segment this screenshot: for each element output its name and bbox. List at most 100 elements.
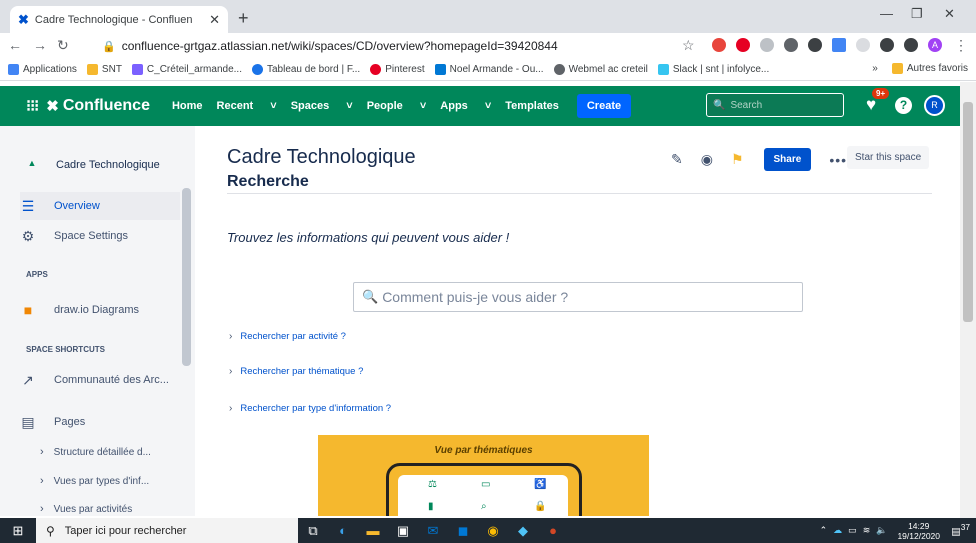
page-tree-item[interactable]: › Structure détaillée d... [40,446,151,458]
profile-avatar[interactable]: A [928,38,942,52]
space-header[interactable]: ▲ Cadre Technologique [24,158,160,172]
system-tray: ⌃ ☁ ▭ ≋ 🔈 14:29 19/12/2020 [820,518,940,543]
extension-icon[interactable] [856,38,870,52]
expand-activity[interactable]: › Rechercher par activité ? [229,331,346,342]
minimize-icon[interactable]: — [880,6,893,21]
extensions-puzzle-icon[interactable] [904,38,918,52]
sidebar-item-overview[interactable]: ☰ Overview [20,192,180,220]
bookmark-item[interactable]: Slack | snt | infolyce... [657,64,769,75]
sidebar-item-drawio[interactable]: ■ draw.io Diagrams [20,296,180,324]
expand-thematic[interactable]: › Rechercher par thématique ? [229,366,363,377]
file-explorer-icon[interactable]: ▬ [358,523,388,538]
tab-strip: ✖ Cadre Technologique - Confluen ✕ + — ❐… [0,0,976,33]
watch-eye-icon[interactable]: ◉ [701,151,713,168]
chevron-right-icon[interactable]: › [40,475,44,487]
bookmarks-more-button[interactable]: » [872,63,878,74]
nav-templates[interactable]: Templates [505,100,559,112]
pinterest-extension-icon[interactable] [736,38,750,52]
app-switcher-icon[interactable]: ⁝⁝⁝ [26,96,39,116]
task-view-icon[interactable]: ⧉ [298,523,328,539]
extension-icon[interactable] [808,38,822,52]
adblock-extension-icon[interactable] [712,38,726,52]
page-scrollbar[interactable] [960,82,976,518]
extension-icon[interactable] [784,38,798,52]
close-window-icon[interactable]: ✕ [944,6,955,22]
other-bookmarks[interactable]: Autres favoris [907,63,968,74]
help-search-input[interactable]: 🔍 Comment puis-je vous aider ? [353,282,803,312]
star-space-button[interactable]: Star this space [847,146,930,169]
restore-icon[interactable]: ❐ [911,6,923,22]
clock[interactable]: 14:29 19/12/2020 [897,521,940,541]
clock-time: 14:29 [908,520,930,531]
announce-icon[interactable]: ⚑ [731,151,744,168]
space-logo-icon: ▲ [27,158,37,168]
browser-tab[interactable]: ✖ Cadre Technologique - Confluen ✕ [10,6,228,33]
new-tab-icon[interactable]: + [238,8,249,29]
tray-chevron-icon[interactable]: ⌃ [820,525,828,536]
bookmark-item[interactable]: Applications [8,64,77,75]
user-avatar[interactable]: R [924,95,945,116]
sidebar-item-space-settings[interactable]: ⚙ Space Settings [20,222,180,250]
edit-pencil-icon[interactable]: ✎ [671,151,683,168]
more-actions-icon[interactable]: ••• [829,152,847,168]
reload-icon[interactable]: ↻ [57,37,69,54]
mail-icon[interactable]: ✉ [418,523,448,539]
chrome-menu-icon[interactable]: ⋮ [954,37,968,54]
chevron-right-icon[interactable]: › [40,446,44,458]
sidebar-item-pages[interactable]: ▤ Pages [20,408,180,436]
expand-label: Rechercher par activité ? [240,331,346,342]
wifi-icon[interactable]: ≋ [863,525,871,536]
top-nav: Home Recent ˅ Spaces ˅ People ˅ Apps ˅ T… [172,94,645,118]
chrome-icon[interactable]: ◉ [478,523,508,539]
bookmark-item[interactable]: Webmel ac creteil [553,64,648,75]
page-tree-item[interactable]: › Vues par types d'inf... [40,475,149,487]
sidebar-scrollbar[interactable] [182,188,191,366]
nav-apps[interactable]: Apps ˅ [440,100,491,112]
chevron-right-icon[interactable]: › [40,503,44,515]
bookmark-item[interactable]: Tableau de bord | F... [251,64,360,75]
action-center-icon[interactable]: ▤37 [951,522,970,537]
sidebar-item-shortcut[interactable]: ↗ Communauté des Arc... [20,366,180,394]
volume-icon[interactable]: 🔈 [876,525,887,536]
extension-icon[interactable] [760,38,774,52]
bookmark-item[interactable]: SNT [86,64,122,75]
bookmark-item[interactable]: Noel Armande - Ou... [434,64,544,75]
nav-people[interactable]: People ˅ [367,100,427,112]
person-icon: ♿ [534,479,547,490]
close-tab-icon[interactable]: ✕ [209,12,220,28]
extension-icon[interactable] [880,38,894,52]
battery-icon[interactable]: ▭ [848,525,857,536]
onenote-icon[interactable]: ◆ [508,523,538,539]
onedrive-icon[interactable]: ☁ [833,525,842,536]
bookmark-label: C_Créteil_armande... [146,64,242,75]
share-button[interactable]: Share [763,148,812,171]
bookmark-item[interactable]: Pinterest [370,64,425,75]
bookmark-star-icon[interactable]: ☆ [682,37,695,54]
extension-icon[interactable] [832,38,846,52]
windows-start-icon[interactable]: ⊞ [0,523,36,539]
thematic-view-image[interactable]: Vue par thématiques ⚖ ▭ ♿ ▮ ⌕ 🔒 [318,435,649,516]
page-scroll-thumb[interactable] [963,102,973,322]
search-icon: 🔍 [713,99,726,111]
bookmark-item[interactable]: C_Créteil_armande... [131,64,242,75]
nav-home[interactable]: Home [172,100,203,112]
nav-spaces[interactable]: Spaces ˅ [291,100,353,112]
outlook-icon[interactable]: ◼ [448,523,478,539]
store-icon[interactable]: ▣ [388,523,418,539]
confluence-favicon-icon: ✖ [18,11,29,27]
powerpoint-icon[interactable]: ● [538,523,568,538]
webmail-icon [553,64,565,75]
edge-icon[interactable]: ◐ [328,523,358,538]
expand-info-type[interactable]: › Rechercher par type d'information ? [229,403,391,414]
nav-label: Recent [216,100,254,112]
back-icon[interactable]: ← [8,37,22,53]
taskbar-search-input[interactable]: ⚲ Taper ici pour rechercher [36,518,298,543]
help-button[interactable]: ? [895,97,912,114]
nav-recent[interactable]: Recent ˅ [217,100,277,112]
create-button[interactable]: Create [576,94,632,118]
address-bar[interactable]: 🔒 confluence-grtgaz.atlassian.net/wiki/s… [102,35,676,57]
confluence-logo[interactable]: ✖ Confluence [46,97,150,115]
forward-icon[interactable]: → [33,37,47,53]
header-search-input[interactable]: 🔍 Search [706,93,844,117]
page-tree-item[interactable]: › Vues par activités [40,503,132,515]
